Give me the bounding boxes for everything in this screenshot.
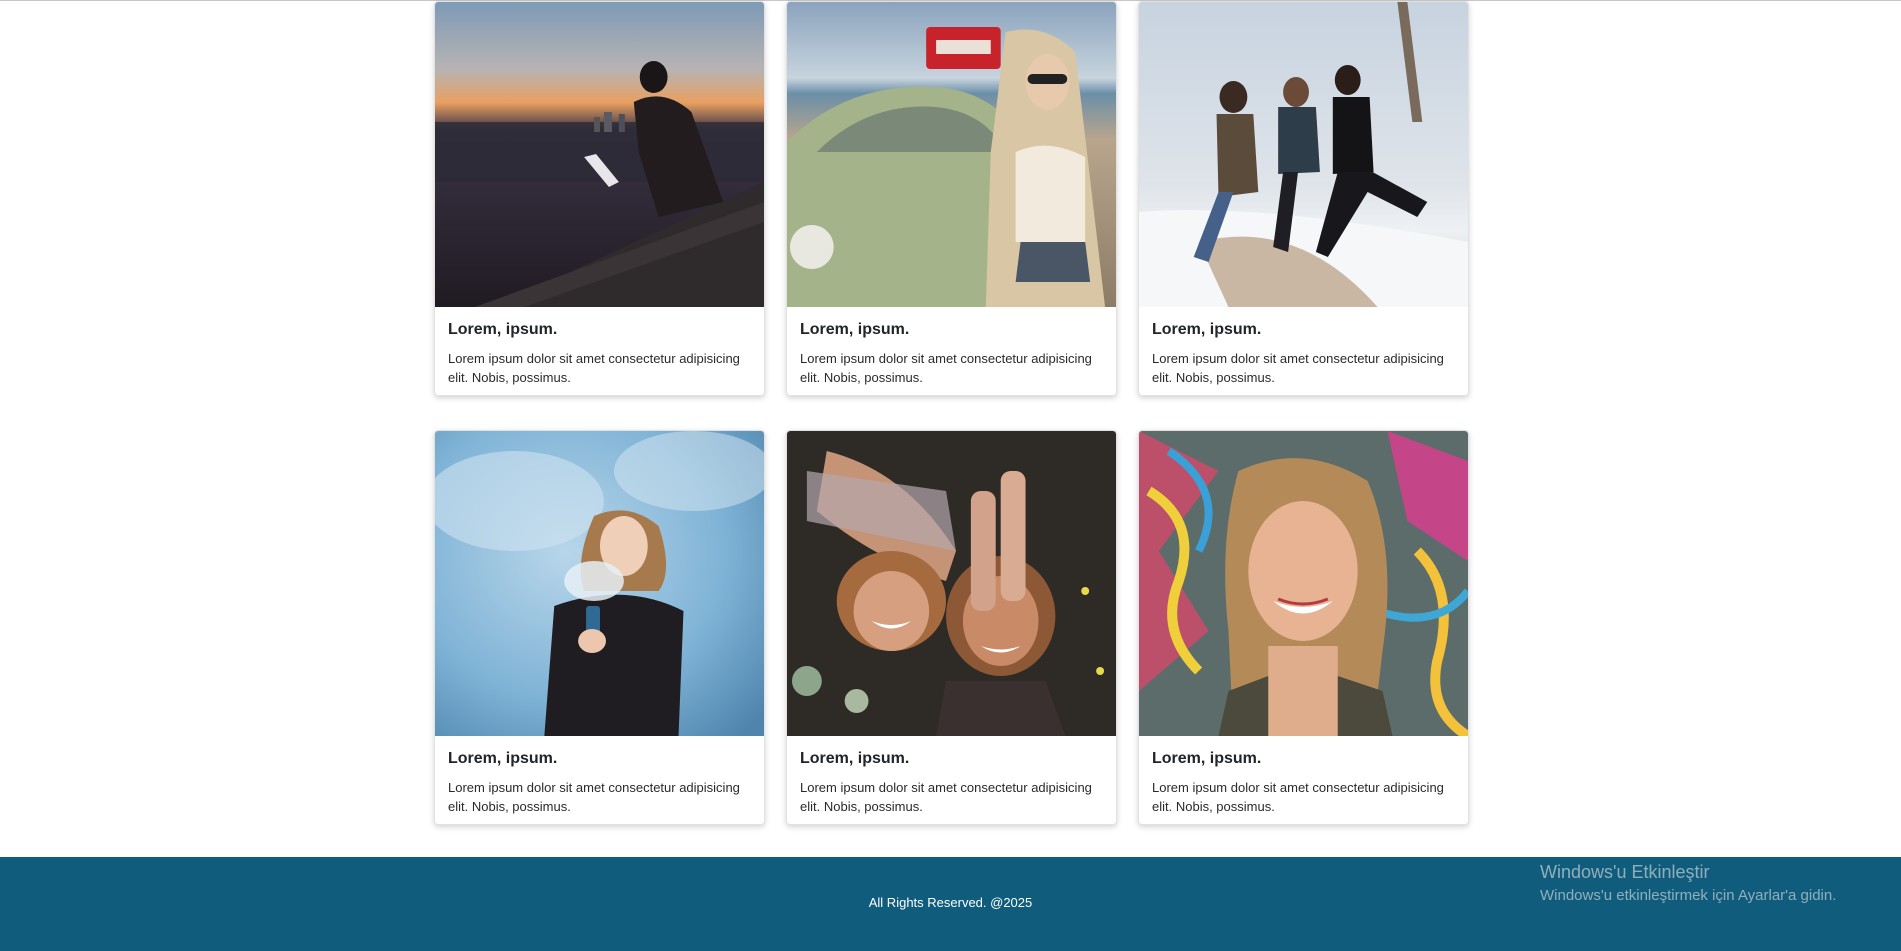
card-text: Lorem ipsum dolor sit amet consectetur a… [800, 350, 1092, 385]
card-image-woman-blue-smoke [435, 431, 764, 736]
card-text: Lorem ipsum dolor sit amet consectetur a… [1152, 350, 1444, 385]
card-image-friends-jumping [1139, 2, 1468, 307]
card-title: Lorem, ipsum. [448, 750, 558, 767]
card[interactable]: Lorem, ipsum. Lorem ipsum dolor sit amet… [1138, 430, 1469, 825]
card-grid: Lorem, ipsum. Lorem ipsum dolor sit amet… [434, 1, 1470, 825]
card-image-woman-graffiti [1139, 431, 1468, 736]
card-text: Lorem ipsum dolor sit amet consectetur a… [800, 779, 1092, 814]
card-title: Lorem, ipsum. [1152, 750, 1262, 767]
card-image-man-with-laptop [435, 2, 764, 307]
card[interactable]: Lorem, ipsum. Lorem ipsum dolor sit amet… [1138, 1, 1469, 396]
card[interactable]: Lorem, ipsum. Lorem ipsum dolor sit amet… [786, 430, 1117, 825]
card-text: Lorem ipsum dolor sit amet consectetur a… [448, 779, 740, 814]
watermark-title: Windows'u Etkinleştir [1540, 862, 1710, 882]
card-text: Lorem ipsum dolor sit amet consectetur a… [1152, 779, 1444, 814]
card[interactable]: Lorem, ipsum. Lorem ipsum dolor sit amet… [786, 1, 1117, 396]
card-text: Lorem ipsum dolor sit amet consectetur a… [448, 350, 740, 385]
card[interactable]: Lorem, ipsum. Lorem ipsum dolor sit amet… [434, 430, 765, 825]
card-image-two-women-laughing [787, 431, 1116, 736]
footer-copyright: All Rights Reserved. @2025 [868, 894, 1033, 910]
card-image-woman-with-car [787, 2, 1116, 307]
windows-activation-watermark: Windows'u Etkinleştir Windows'u etkinleş… [1540, 860, 1836, 906]
card-title: Lorem, ipsum. [448, 321, 558, 338]
watermark-subtitle: Windows'u etkinleştirmek için Ayarlar'a … [1540, 887, 1837, 904]
card-title: Lorem, ipsum. [800, 750, 910, 767]
card[interactable]: Lorem, ipsum. Lorem ipsum dolor sit amet… [434, 1, 765, 396]
card-title: Lorem, ipsum. [800, 321, 910, 338]
card-title: Lorem, ipsum. [1152, 321, 1262, 338]
